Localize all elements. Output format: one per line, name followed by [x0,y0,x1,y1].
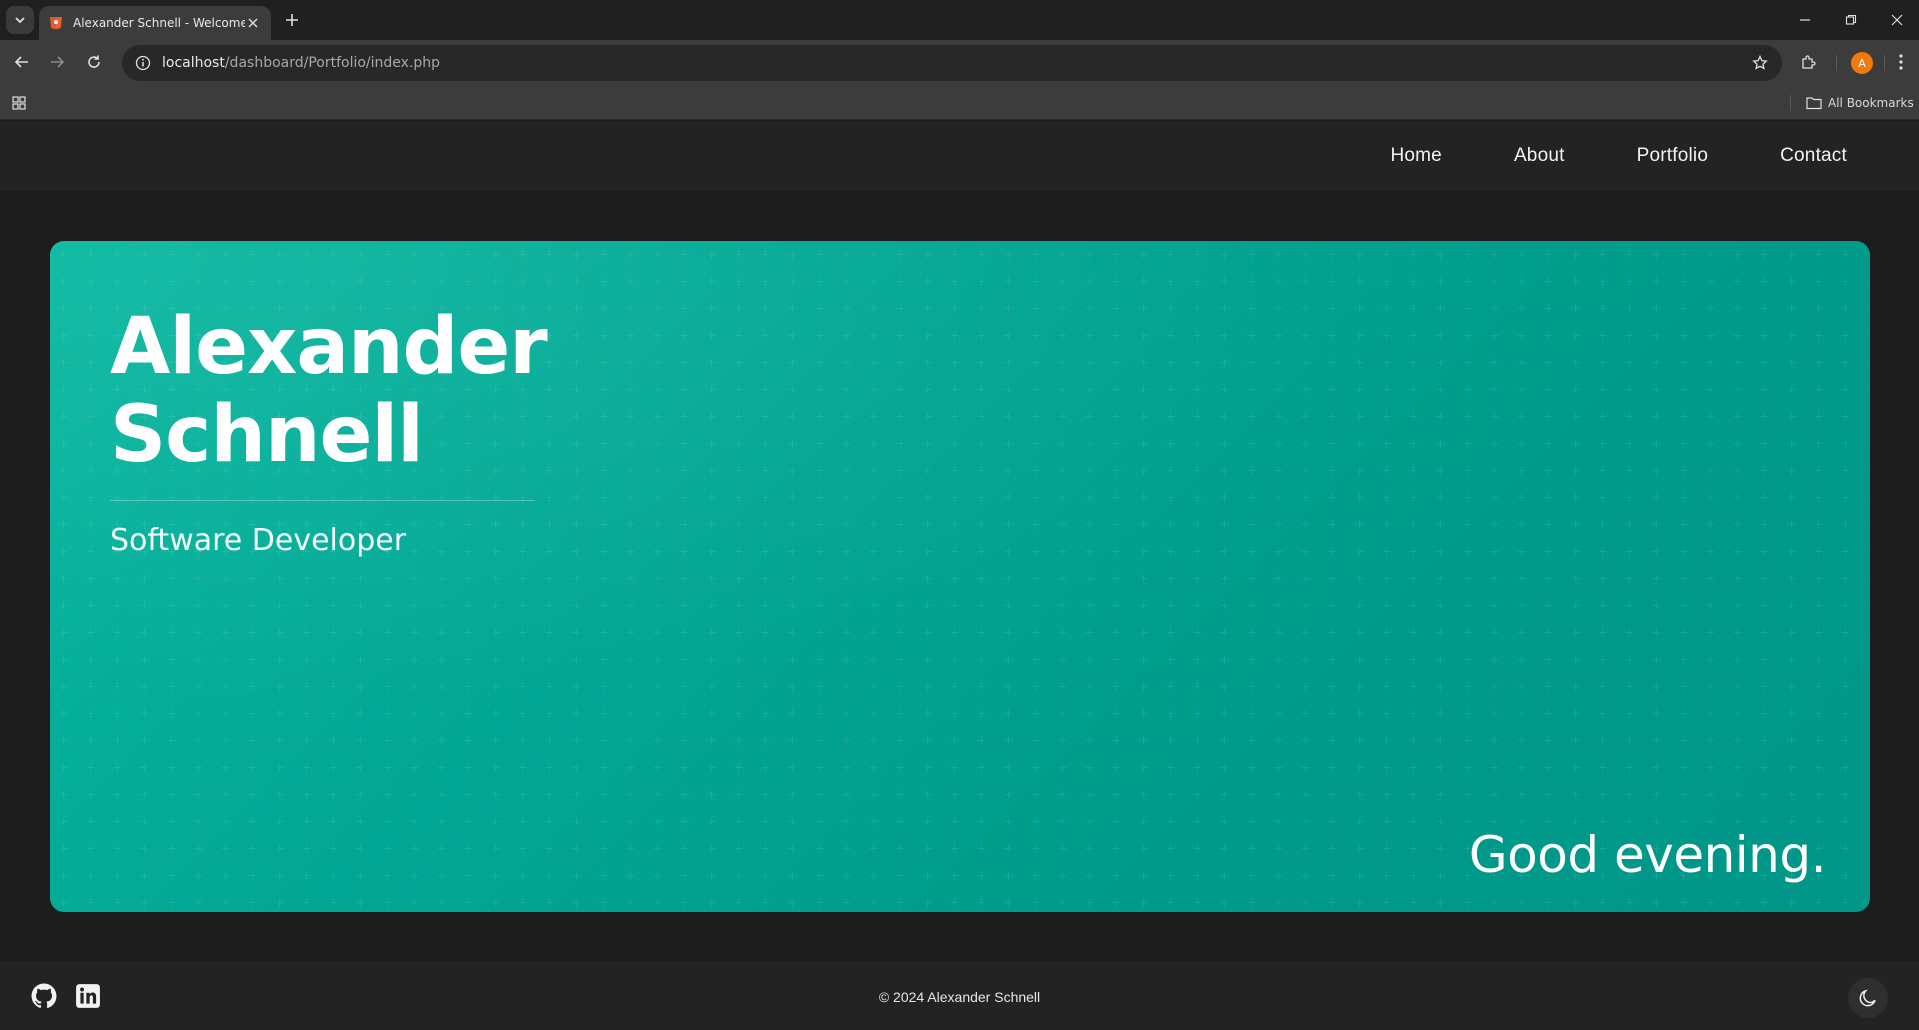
new-tab-button[interactable] [282,10,302,30]
minimize-button[interactable] [1795,10,1815,30]
nav-about-link[interactable]: About [1514,145,1565,167]
apps-grid-icon[interactable] [10,94,28,112]
bookmark-star-icon[interactable] [1750,53,1770,73]
chevron-down-icon [15,17,25,24]
plus-icon [286,14,298,26]
nav-home-link[interactable]: Home [1390,145,1441,167]
hero-divider [110,500,535,501]
extensions-button[interactable] [1797,50,1821,74]
hero-greeting: Good evening. [1468,826,1827,884]
nav-contact-link[interactable]: Contact [1780,145,1847,167]
tab-search-button[interactable] [6,6,34,34]
browser-menu-button[interactable] [1889,50,1913,74]
hero-role: Software Developer [110,523,407,558]
moon-icon [1859,989,1876,1007]
profile-avatar[interactable]: A [1851,52,1873,74]
url-host: localhost [162,55,225,71]
all-bookmarks-label: All Bookmarks [1828,96,1914,110]
site-info-icon[interactable] [134,54,152,72]
restore-button[interactable] [1841,10,1861,30]
hero-card: Alexander Schnell Software Developer Goo… [50,241,1870,912]
html5-icon [49,16,63,30]
arrow-right-icon [51,56,65,68]
site-footer: © 2024 Alexander Schnell [0,962,1919,1030]
nav-portfolio-link[interactable]: Portfolio [1637,145,1709,167]
url-path: /dashboard/Portfolio/index.php [224,55,441,71]
back-button[interactable] [10,50,34,74]
bookmarks-separator [1790,95,1791,111]
tab-title: Alexander Schnell - Welcome [73,16,245,30]
puzzle-icon [1802,55,1816,69]
tab-strip: Alexander Schnell - Welcome [0,0,1919,40]
close-icon[interactable] [245,15,261,31]
toolbar-separator [1884,55,1885,71]
hero-name-last: Schnell [110,390,424,480]
folder-icon [1806,97,1822,110]
browser-tab[interactable]: Alexander Schnell - Welcome [39,6,271,40]
theme-toggle-button[interactable] [1848,978,1888,1018]
kebab-menu-icon [1899,54,1903,70]
all-bookmarks-button[interactable]: All Bookmarks [1806,93,1914,113]
forward-button[interactable] [45,50,69,74]
bookmarks-bar: All Bookmarks [0,86,1919,120]
copyright-text: © 2024 Alexander Schnell [878,989,1041,1005]
site-navbar: Home About Portfolio Contact [0,121,1919,190]
hero-name-first: Alexander [110,302,548,392]
reload-button[interactable] [82,50,106,74]
arrow-left-icon [14,56,28,68]
browser-toolbar: localhost/dashboard/Portfolio/index.php … [0,40,1919,86]
hero-name: Alexander Schnell [110,303,590,479]
restore-icon [1845,14,1857,25]
toolbar-separator [1836,55,1837,71]
minimize-icon [1800,19,1810,21]
close-window-button[interactable] [1887,10,1907,30]
close-icon [1891,14,1903,26]
nav-links: Home About Portfolio Contact [1390,121,1847,190]
reload-icon [88,55,100,68]
address-bar[interactable]: localhost/dashboard/Portfolio/index.php [122,45,1782,81]
